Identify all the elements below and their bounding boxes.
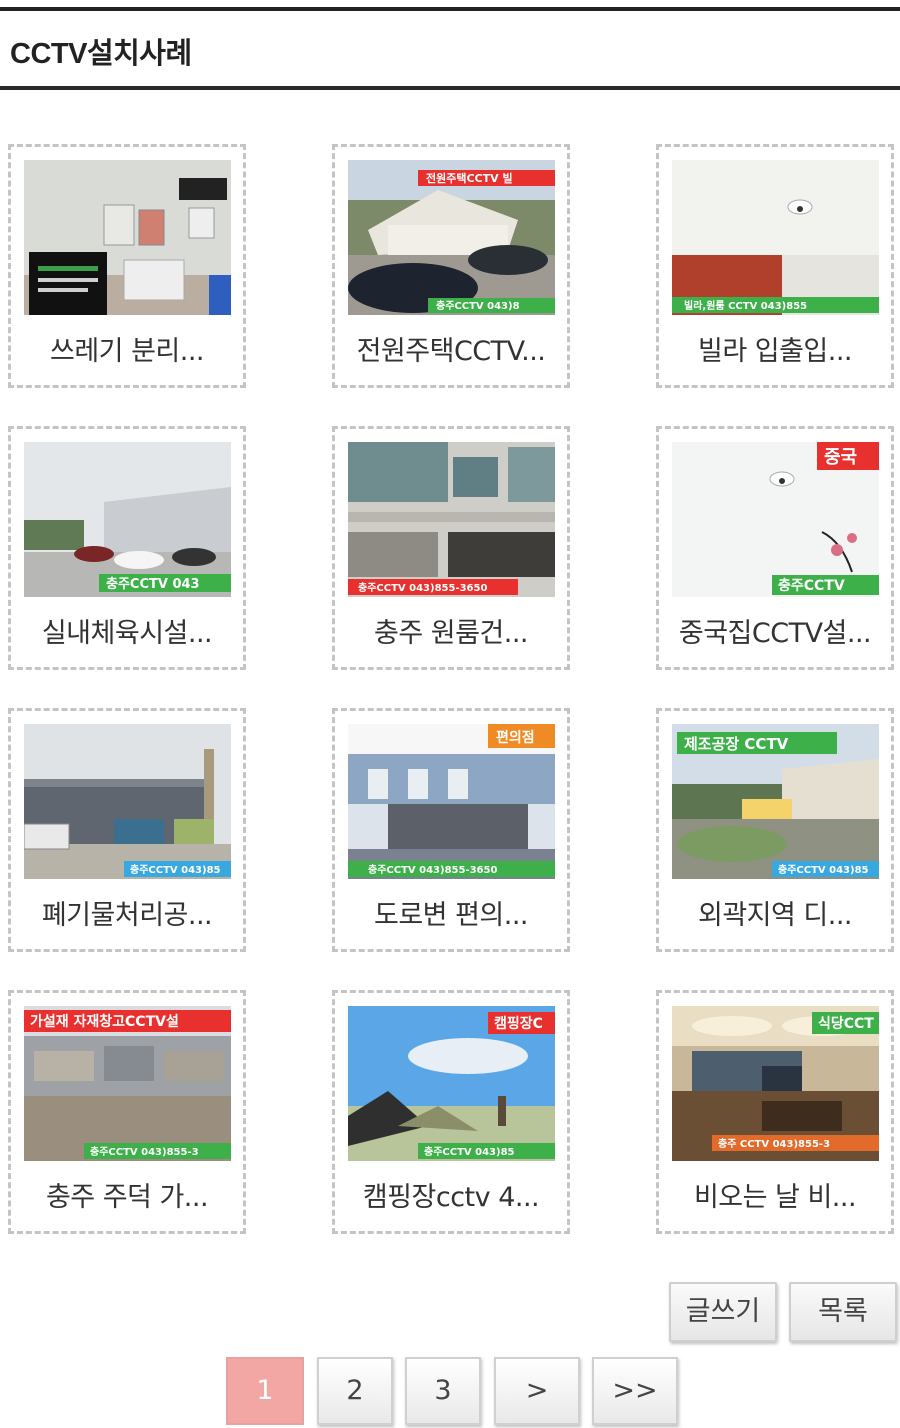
list-button[interactable]: 목록 — [789, 1282, 897, 1342]
thumbnail-watermark: 빌라,원룸 CCTV 043)855 — [684, 299, 807, 312]
thumbnail-watermark: 충주CCTV 043)855-3 — [90, 1145, 199, 1158]
gallery-item[interactable]: 중국 충주CCTV 중국집CCTV설... — [656, 426, 894, 670]
gallery-item[interactable]: 충주CCTV 043)85 폐기물처리공... — [8, 708, 246, 952]
thumbnail-watermark: 충주 CCTV 043)855-3 — [718, 1137, 830, 1150]
thumbnail-image: 충주CCTV 043)85 — [24, 724, 231, 879]
thumbnail-image: 전원주택CCTV 빌 충주CCTV 043)8 — [348, 160, 555, 315]
thumbnail-watermark: 충주CCTV 043)85 — [424, 1145, 515, 1158]
gallery-item[interactable]: 전원주택CCTV 빌 충주CCTV 043)8 전원주택CCTV... — [332, 144, 570, 388]
gallery-item[interactable]: 식당CCT 충주 CCTV 043)855-3 비오는 날 비... — [656, 990, 894, 1234]
gallery-item[interactable]: 제조공장 CCTV 충주CCTV 043)85 외곽지역 디... — [656, 708, 894, 952]
gallery-item[interactable]: 충주CCTV 043 실내체육시설... — [8, 426, 246, 670]
thumbnail-overlay-text: 편의점 — [496, 729, 535, 746]
gallery-item-title: 폐기물처리공... — [41, 900, 213, 931]
gallery-item[interactable]: 캠핑장C 충주CCTV 043)85 캠핑장cctv 4... — [332, 990, 570, 1234]
thumbnail-image: 충주CCTV 043 — [24, 442, 231, 597]
thumbnail-image: 충주CCTV 043)855-3650 — [348, 442, 555, 597]
gallery-item-title: 충주 주덕 가... — [45, 1182, 209, 1213]
thumbnail-watermark: 충주CCTV 043)85 — [778, 863, 869, 876]
thumbnail-watermark: 충주CCTV — [778, 578, 845, 594]
thumbnail-overlay-text: 식당CCT — [818, 1015, 874, 1032]
thumbnail-watermark: 충주CCTV 043)855-3650 — [358, 581, 487, 594]
page-button-2[interactable]: 2 — [317, 1357, 393, 1425]
gallery-item-title: 충주 원룸건... — [373, 618, 529, 649]
thumbnail-image — [24, 160, 231, 315]
thumbnail-image: 제조공장 CCTV 충주CCTV 043)85 — [672, 724, 879, 879]
gallery-item-title: 외곽지역 디... — [697, 900, 853, 931]
gallery-item[interactable]: 빌라,원룸 CCTV 043)855 빌라 입출입... — [656, 144, 894, 388]
thumbnail-image: 편의점 충주CCTV 043)855-3650 — [348, 724, 555, 879]
page-button-1[interactable]: 1 — [226, 1357, 304, 1425]
gallery-item[interactable]: 충주CCTV 043)855-3650 충주 원룸건... — [332, 426, 570, 670]
thumbnail-image: 식당CCT 충주 CCTV 043)855-3 — [672, 1006, 879, 1161]
gallery-item-title: 도로변 편의... — [373, 900, 529, 931]
gallery-item-title: 전원주택CCTV... — [356, 336, 546, 367]
page-button-3[interactable]: 3 — [405, 1357, 481, 1425]
thumbnail-watermark: 충주CCTV 043)85 — [130, 863, 221, 876]
gallery-item-title: 비오는 날 비... — [693, 1182, 857, 1213]
thumbnail-overlay-text: 중국 — [824, 447, 857, 468]
thumbnail-watermark: 충주CCTV 043 — [106, 576, 200, 592]
thumbnail-image: 중국 충주CCTV — [672, 442, 879, 597]
gallery-item-title: 빌라 입출입... — [697, 336, 853, 367]
gallery-item-title: 캠핑장cctv 4... — [362, 1182, 540, 1213]
gallery-item-title: 중국집CCTV설... — [678, 618, 872, 649]
gallery-item-title: 쓰레기 분리... — [49, 336, 205, 367]
next-page-button[interactable]: > — [494, 1357, 580, 1425]
thumbnail-image: 캠핑장C 충주CCTV 043)85 — [348, 1006, 555, 1161]
thumbnail-overlay-text: 제조공장 CCTV — [684, 735, 789, 753]
gallery-item[interactable]: 쓰레기 분리... — [8, 144, 246, 388]
thumbnail-image: 빌라,원룸 CCTV 043)855 — [672, 160, 879, 315]
gallery-item[interactable]: 가설재 자재창고CCTV설 충주CCTV 043)855-3 충주 주덕 가..… — [8, 990, 246, 1234]
thumbnail-watermark: 충주CCTV 043)855-3650 — [368, 863, 497, 876]
gallery-grid: 쓰레기 분리... 전원주택CCTV 빌 충주CCTV 043)8 전원주택CC… — [0, 0, 900, 1250]
thumbnail-overlay-text: 가설재 자재창고CCTV설 — [30, 1013, 179, 1030]
thumbnail-image: 가설재 자재창고CCTV설 충주CCTV 043)855-3 — [24, 1006, 231, 1161]
thumbnail-watermark: 충주CCTV 043)8 — [436, 299, 520, 312]
thumbnail-overlay-text: 캠핑장C — [494, 1015, 543, 1032]
write-button[interactable]: 글쓰기 — [669, 1282, 777, 1342]
last-page-button[interactable]: >> — [592, 1357, 678, 1425]
gallery-item[interactable]: 편의점 충주CCTV 043)855-3650 도로변 편의... — [332, 708, 570, 952]
thumbnail-overlay-text: 전원주택CCTV 빌 — [426, 171, 513, 185]
gallery-item-title: 실내체육시설... — [41, 618, 213, 649]
